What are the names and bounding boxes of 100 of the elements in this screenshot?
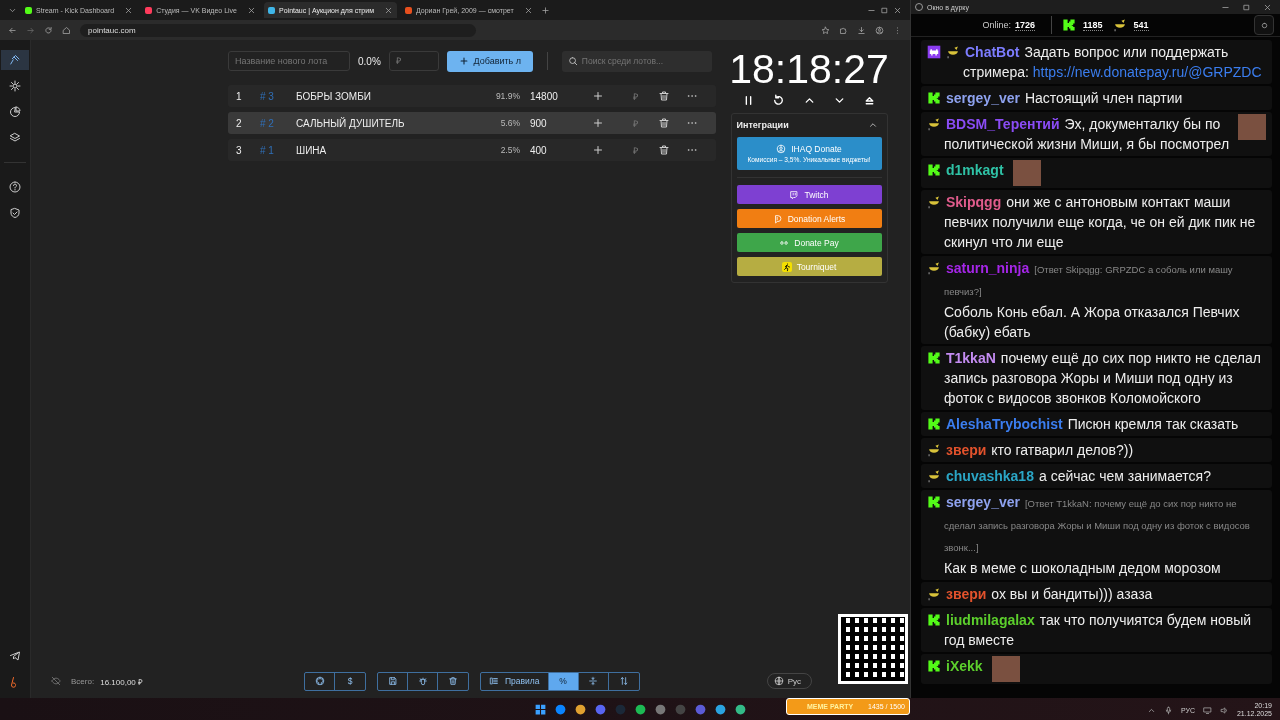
lot-id: # 1 (260, 144, 275, 156)
plus-icon (458, 56, 469, 66)
lot-name: ШИНА (296, 144, 328, 156)
plus-icon (592, 90, 604, 102)
rules-button[interactable]: Правила (481, 672, 549, 690)
trash-icon (658, 90, 670, 102)
viewer-count: 541 (1133, 19, 1149, 31)
currency-label: ₽ (631, 144, 639, 157)
app-icon[interactable] (693, 702, 707, 716)
app-icon[interactable] (573, 702, 587, 716)
shield-icon (9, 207, 21, 219)
eject-icon (863, 94, 876, 107)
message-text: iXekk (945, 657, 984, 676)
lot-name: БОБРЫ ЗОМБИ (296, 90, 372, 102)
paper-plane-icon (9, 650, 21, 662)
lot-row[interactable]: 2 # 2 САЛЬНЫЙ ДУШИТЕЛЬ 5.6% 900 ₽ (228, 112, 716, 134)
lot-rank: 3 (236, 144, 243, 156)
k-logo-icon (927, 417, 941, 431)
message-text: chuvashka18 а сейчас чем занимается? (945, 467, 1211, 486)
lot-name-field[interactable]: Название нового лота (228, 51, 350, 71)
integration-button[interactable]: Twitch (736, 185, 882, 204)
close-icon (893, 5, 902, 15)
lot-name: САЛЬНЫЙ ДУШИТЕЛЬ (296, 117, 406, 129)
app-icon[interactable] (633, 702, 647, 716)
k-logo-icon (927, 163, 941, 177)
runner-icon (781, 261, 792, 272)
star-icon (821, 25, 830, 35)
forward-icon (26, 25, 35, 35)
message-text: Skipqgg они же с антоновым контакт маши певчих получили еще когда, че он ей дик пик не скинул что ли еще (944, 193, 1257, 252)
toolbar-button[interactable]: % (548, 672, 579, 690)
lot-percent: 2.5% (499, 145, 520, 155)
lot-row[interactable]: 1 # 3 БОБРЫ ЗОМБИ 91.9% 14800 ₽ (228, 85, 716, 107)
bowl-icon (927, 195, 941, 209)
message-text: d1mkagt (945, 161, 1005, 180)
lot-rank: 1 (236, 90, 243, 102)
lot-row[interactable]: 3 # 1 ШИНА 2.5% 400 ₽ (228, 139, 716, 161)
message-text: звери ох вы и бандиты))) азаза (945, 585, 1153, 604)
lot-percent: 91.9% (494, 91, 520, 101)
layers-icon (9, 132, 21, 144)
list-icon (489, 676, 499, 686)
pie-chart-icon (9, 106, 21, 118)
plus-icon (592, 144, 604, 156)
app-icon[interactable] (653, 702, 667, 716)
bowl-icon (927, 117, 941, 131)
download-icon (857, 25, 866, 35)
online-count: 1726 (1014, 19, 1035, 31)
cat-logo-icon (314, 676, 325, 686)
settings-button[interactable] (1254, 15, 1274, 35)
gavel-icon (9, 54, 21, 66)
lot-amount: 14800 (530, 90, 559, 102)
lot-percent: 5.6% (499, 118, 520, 128)
message-text: T1kkaN почему ещё до сих пор никто не сделал запись разговора Жоры и Миши под одну из фоток с видосов звонков Коломойского (944, 349, 1262, 408)
new-tab-icon (540, 5, 550, 15)
chat-bubble-icon (789, 189, 800, 200)
message-text: BDSM_Терентий Эх, документалку бы по политической жизни Миши, я бы посмотрел (944, 115, 1231, 154)
sidebar-item[interactable] (1, 50, 29, 70)
monitor-icon (1202, 705, 1212, 715)
maximize-icon (880, 5, 889, 15)
globe-icon (773, 676, 784, 686)
message-text: звери кто гатварил делов?)) (945, 441, 1134, 460)
app-icon[interactable] (593, 702, 607, 716)
bowl-icon (927, 469, 941, 483)
message-text: ChatBot Задать вопрос или поддержать стримера: https://new.donatepay.ru/@GRPZDC (963, 43, 1263, 82)
address-bar[interactable]: pointauc.com (80, 23, 476, 37)
sort-icon (618, 676, 629, 686)
amount-field[interactable]: ₽ (388, 51, 439, 71)
lot-rank: 2 (236, 117, 243, 129)
split-icon (588, 676, 598, 686)
trash-icon (448, 676, 458, 686)
bowl-icon (927, 443, 941, 457)
panel-title: Интеграции (736, 120, 789, 130)
avatar-icon (776, 144, 787, 154)
viewer-count: 1185 (1083, 19, 1103, 31)
currency-label: ₽ (631, 90, 639, 103)
reload-icon (44, 25, 53, 35)
windows-icon[interactable] (533, 702, 547, 716)
speech-icon (772, 213, 783, 224)
k-logo-icon (927, 659, 941, 673)
total-label: Всего: (71, 676, 95, 686)
search-icon (567, 56, 578, 66)
message-text: sergey_ver Настоящий член партии (945, 89, 1183, 108)
lot-amount: 900 (530, 117, 548, 129)
app-icon[interactable] (733, 702, 747, 716)
extensions-icon (839, 25, 848, 35)
language-selector[interactable]: Рус (766, 673, 812, 689)
trash-icon (658, 117, 670, 129)
timer-display: 18:18:27 (729, 46, 889, 92)
speaker-icon (1219, 705, 1229, 715)
search-field[interactable]: Поиск среди лотов... (561, 50, 712, 72)
currency-label: ₽ (631, 117, 639, 130)
add-lot-button[interactable]: Добавить л (446, 50, 533, 72)
k-logo-icon (927, 613, 941, 627)
toolbar-button[interactable]: $ (335, 672, 365, 690)
app-icon[interactable] (713, 702, 727, 716)
app-icon[interactable] (553, 702, 567, 716)
bowl-icon (927, 261, 941, 275)
trash-icon (658, 144, 670, 156)
message-link[interactable]: https://new.donatepay.ru/@GRPZDC (1032, 64, 1262, 80)
online-label: Online: (982, 20, 1011, 30)
chevron-up-icon (867, 120, 878, 130)
